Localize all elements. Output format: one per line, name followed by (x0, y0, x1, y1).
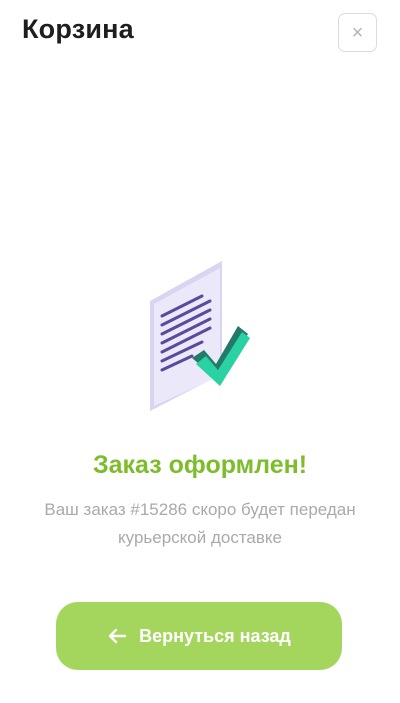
back-button[interactable]: Вернуться назад (56, 602, 342, 670)
cart-modal: Корзина × Заказ оформлен! Ваш заказ #152… (0, 0, 400, 703)
close-button[interactable]: × (338, 13, 377, 52)
back-button-label: Вернуться назад (139, 625, 291, 646)
arrow-left-icon (107, 626, 127, 646)
document-check-icon (140, 256, 260, 416)
close-icon: × (351, 21, 364, 44)
success-title: Заказ оформлен! (92, 451, 308, 479)
page-title: Корзина (22, 14, 134, 44)
modal-header: Корзина × (0, 0, 400, 70)
order-message: Ваш заказ #15286 скоро будет передан кур… (44, 500, 356, 547)
